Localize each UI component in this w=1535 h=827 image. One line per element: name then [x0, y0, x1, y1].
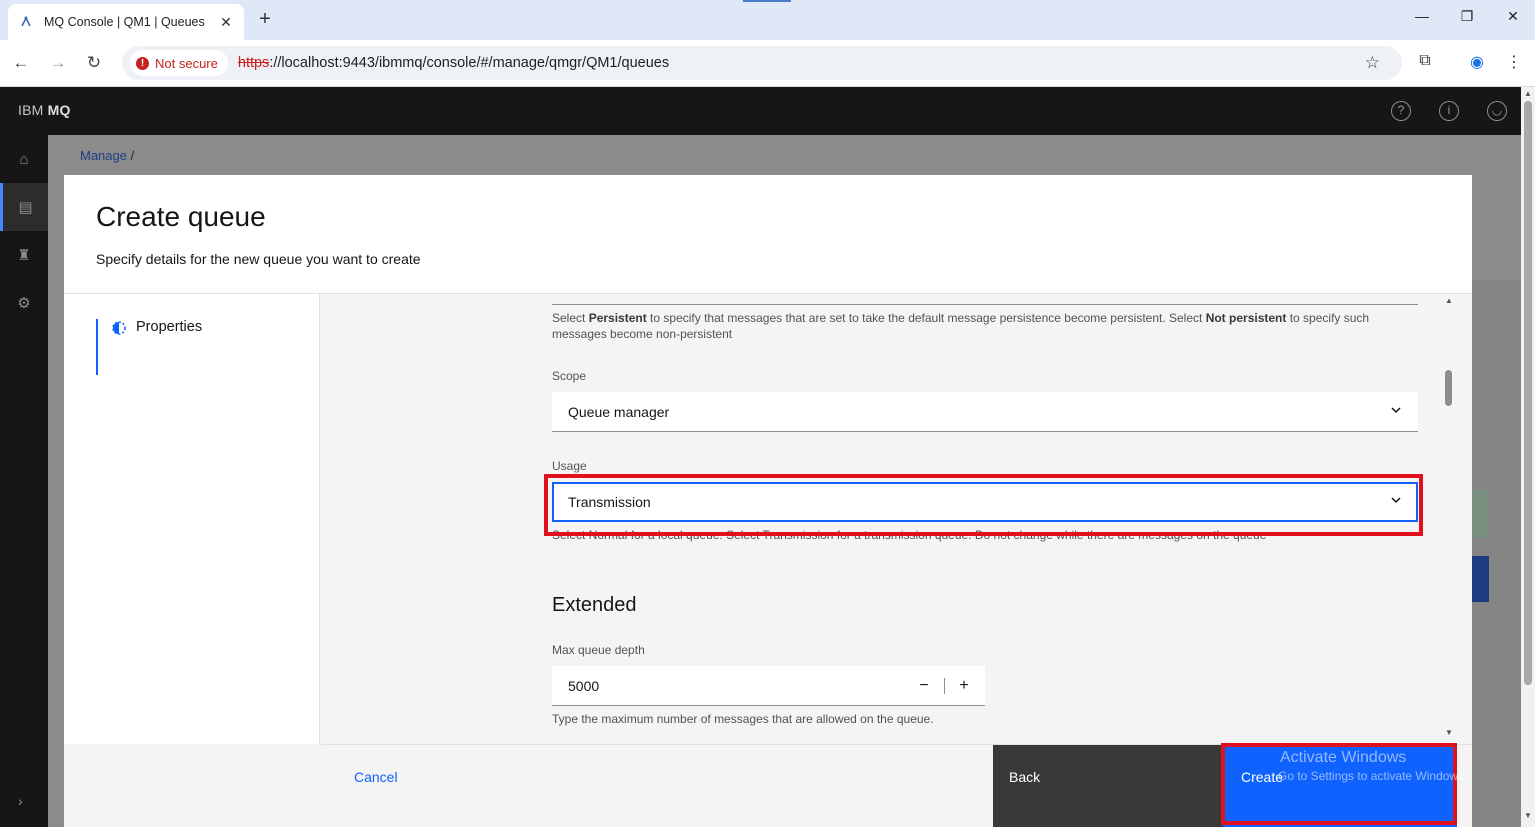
page-scroll-thumb[interactable] — [1524, 101, 1532, 685]
browser-tab[interactable]: MQ Console | QM1 | Queues ✕ — [8, 4, 244, 40]
increment-button[interactable]: + — [952, 674, 976, 698]
tab-close-icon[interactable]: ✕ — [218, 14, 234, 31]
max-depth-label: Max queue depth — [552, 643, 645, 657]
activate-windows-watermark: Activate Windows Go to Settings to activ… — [1240, 749, 1467, 783]
not-secure-label: Not secure — [155, 55, 218, 71]
url-scheme: https — [237, 55, 270, 71]
scope-label: Scope — [552, 369, 587, 383]
in-progress-icon — [112, 321, 126, 335]
breadcrumb-manage-link[interactable]: Manage — [80, 148, 127, 163]
brand-prefix: IBM — [18, 102, 44, 118]
decrement-button[interactable]: − — [912, 674, 936, 698]
modal-title: Create queue — [96, 201, 266, 232]
background-panel — [1472, 280, 1521, 827]
create-queue-modal: Create queue Specify details for the new… — [64, 175, 1472, 827]
back-button[interactable]: Back — [993, 745, 1223, 827]
persistence-field-underline — [552, 304, 1418, 305]
chevron-down-icon — [1391, 497, 1401, 504]
back-arrow-icon[interactable]: ← — [10, 52, 32, 74]
trophy-icon[interactable]: ♜ — [0, 231, 48, 279]
help-icon[interactable]: ? — [1391, 101, 1411, 121]
persistence-help-segment: Not persistent — [1205, 311, 1287, 325]
not-secure-badge[interactable]: ! Not secure — [130, 50, 228, 76]
warning-icon: ! — [136, 56, 149, 70]
page-scrollbar[interactable]: ▲ ▼ — [1521, 87, 1535, 827]
cast-icon[interactable]: ⧉ — [1413, 52, 1437, 70]
usage-value: Transmission — [568, 493, 651, 510]
side-nav-rail: ⌂ ▤ ♜ ⚙ › — [0, 135, 48, 827]
page-scroll-down-icon[interactable]: ▼ — [1521, 811, 1535, 820]
nav-step-properties[interactable]: Properties — [96, 319, 202, 375]
form-scroll-thumb[interactable] — [1445, 370, 1452, 406]
usage-helper-text: Select Normal for a local queue. Select … — [552, 528, 1267, 542]
stepper-divider — [944, 678, 945, 694]
browser-menu-icon[interactable]: ⋮ — [1502, 52, 1526, 72]
close-window-icon[interactable]: ✕ — [1498, 8, 1528, 25]
progress-nav: Properties — [64, 294, 320, 744]
breadcrumb: Manage / — [80, 148, 134, 163]
browser-toolbar: ← → ↻ ! Not secure https://localhost:944… — [0, 40, 1535, 87]
url-path: ://localhost:9443/ibmmq/console/#/manage… — [269, 55, 670, 71]
max-depth-input[interactable]: 5000 − + — [552, 666, 985, 706]
bookmark-star-icon[interactable]: ☆ — [1365, 53, 1380, 73]
brand-logo[interactable]: IBM MQ — [18, 102, 71, 118]
manage-icon[interactable]: ▤ — [0, 183, 48, 231]
profile-icon[interactable]: ◉ — [1465, 52, 1489, 72]
usage-label: Usage — [552, 459, 587, 473]
max-depth-value: 5000 — [568, 677, 600, 694]
brand-name: MQ — [47, 102, 71, 118]
max-depth-helper-text: Type the maximum number of messages that… — [552, 712, 934, 726]
watermark-subtitle: Go to Settings to activate Windows. — [1278, 769, 1468, 783]
watermark-title: Activate Windows — [1280, 749, 1407, 766]
persistence-help-segment: to specify that messages that are set to… — [646, 311, 1206, 325]
reload-icon[interactable]: ↻ — [83, 52, 105, 74]
persistence-helper-text: Select Persistent to specify that messag… — [552, 310, 1412, 342]
user-icon[interactable]: ◡ — [1487, 101, 1507, 121]
tab-strip-indicator — [743, 0, 791, 2]
browser-tab-bar: MQ Console | QM1 | Queues ✕ + — ❐ ✕ — [0, 0, 1535, 40]
modal-header: Create queue Specify details for the new… — [64, 175, 1472, 294]
nav-step-label: Properties — [136, 319, 203, 335]
minimize-icon[interactable]: — — [1407, 8, 1437, 24]
new-tab-button[interactable]: + — [254, 8, 276, 30]
restore-icon[interactable]: ❐ — [1452, 8, 1482, 25]
scope-value: Queue manager — [568, 403, 670, 420]
form-content: Select Persistent to specify that messag… — [321, 294, 1472, 744]
cancel-button[interactable]: Cancel — [354, 769, 398, 785]
app-header: IBM MQ ? i ◡ — [0, 87, 1521, 135]
home-icon[interactable]: ⌂ — [0, 135, 48, 183]
chevron-down-icon — [1391, 407, 1401, 414]
persistence-help-segment: Persistent — [588, 311, 647, 325]
extended-section-title: Extended — [552, 594, 637, 616]
mq-favicon-icon — [18, 14, 34, 30]
info-icon[interactable]: i — [1439, 101, 1459, 121]
persistence-help-segment: Select — [552, 311, 589, 325]
tab-title: MQ Console | QM1 | Queues — [44, 15, 205, 29]
settings-gear-icon[interactable]: ⚙ — [0, 279, 48, 327]
scroll-down-icon[interactable]: ▼ — [1442, 728, 1456, 737]
modal-subtitle: Specify details for the new queue you wa… — [96, 251, 421, 267]
page-scroll-up-icon[interactable]: ▲ — [1521, 89, 1535, 98]
forward-arrow-icon[interactable]: → — [47, 52, 69, 74]
address-bar[interactable]: ! Not secure https://localhost:9443/ibmm… — [122, 46, 1402, 80]
expand-chevron-icon[interactable]: › — [18, 793, 23, 809]
usage-select[interactable]: Transmission — [552, 482, 1418, 522]
scope-select[interactable]: Queue manager — [552, 392, 1418, 432]
breadcrumb-separator: / — [130, 148, 135, 163]
scroll-up-icon[interactable]: ▲ — [1442, 296, 1456, 305]
background-success-tag — [1472, 490, 1489, 538]
background-blue-button — [1472, 556, 1489, 602]
form-scrollbar[interactable]: ▲ ▼ — [1442, 294, 1456, 744]
